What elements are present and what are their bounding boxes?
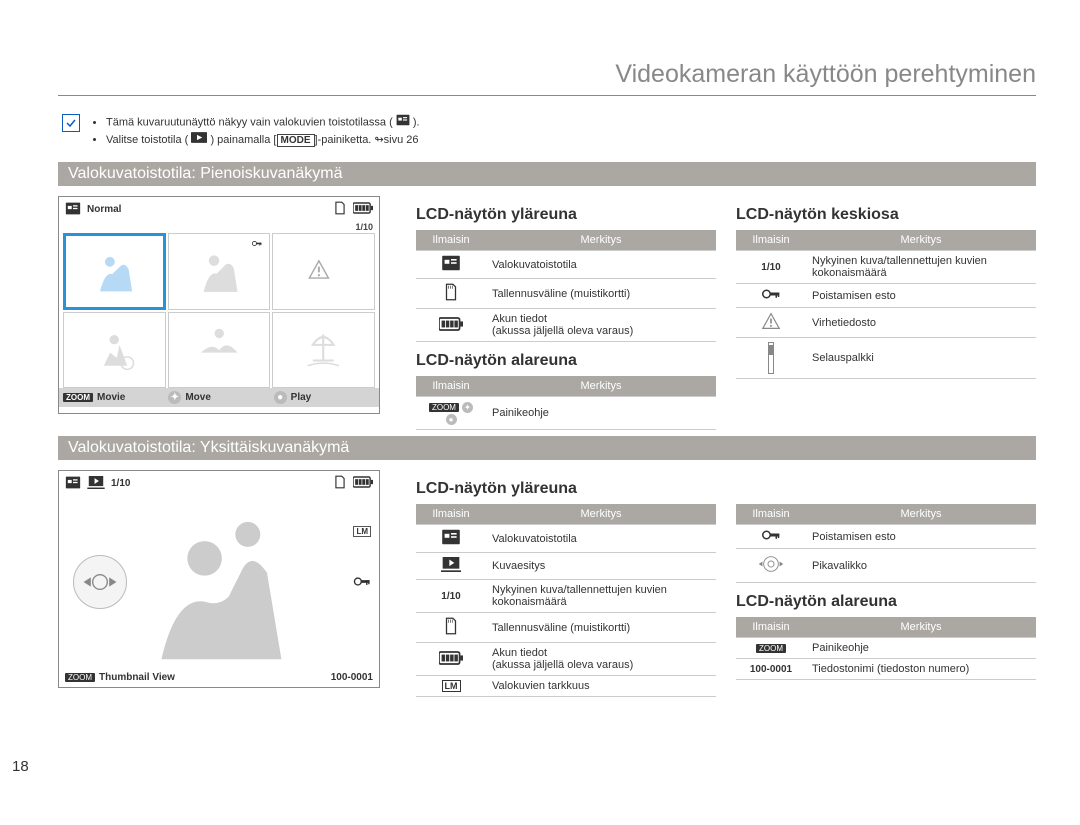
sub-heading: LCD-näytön keskiosa	[736, 206, 1036, 224]
sub-heading: LCD-näytön yläreuna	[416, 480, 716, 498]
info-box: Tämä kuvaruutunäyttö näkyy vain valokuvi…	[58, 114, 1036, 148]
section-heading-thumbnail: Valokuvatoistotila: Pienoiskuvanäkymä	[58, 162, 1036, 186]
slideshow-icon	[87, 476, 105, 492]
warning-icon	[761, 321, 781, 333]
move-icon: ✦	[462, 402, 473, 413]
thumbnail[interactable]	[63, 312, 166, 389]
lcd-bottom-bar: ZOOMMovie ✦Move ●Play	[59, 388, 379, 407]
quick-menu-icon	[756, 566, 786, 578]
scrollbar-icon	[768, 342, 774, 374]
indicator-table: IlmaisinMerkitys Valokuvatoistotila Kuva…	[416, 504, 716, 697]
photo-mode-icon	[441, 536, 461, 548]
divider	[58, 95, 1036, 96]
photo-mode-icon	[65, 202, 81, 218]
protect-key-icon	[761, 291, 781, 303]
move-icon: ✦	[168, 391, 181, 404]
photo-mode-icon	[65, 476, 81, 492]
image-count: 1/10	[59, 222, 379, 233]
page-number: 18	[12, 758, 29, 775]
quality-label: Normal	[87, 204, 121, 215]
indicator-table: IlmaisinMerkitys ZOOMPainikeohje 100-000…	[736, 617, 1036, 680]
lcd-thumbnail-screen: Normal 1/10	[58, 196, 380, 414]
sub-heading: LCD-näytön alareuna	[736, 593, 1036, 611]
indicator-table: IlmaisinMerkitys Valokuvatoistotila Tall…	[416, 230, 716, 342]
card-icon	[443, 292, 459, 304]
file-number: 100-0001	[331, 672, 373, 683]
thumbnail[interactable]	[168, 312, 271, 389]
thumbnail-view-label: Thumbnail View	[99, 672, 175, 683]
image-count: 1/10	[111, 478, 130, 489]
warning-icon	[307, 259, 341, 283]
page-ref-arrow-icon: ↬	[374, 132, 383, 149]
check-icon	[62, 114, 80, 132]
slideshow-icon	[441, 563, 461, 575]
info-line-2: Valitse toistotila ( ) painamalla [MODE]…	[106, 132, 420, 149]
card-icon	[333, 201, 347, 218]
indicator-table: IlmaisinMerkitys Poistamisen esto Pikava…	[736, 504, 1036, 583]
zoom-label: ZOOM	[63, 393, 93, 402]
battery-icon	[439, 322, 463, 334]
card-icon	[443, 626, 459, 638]
photo-mode-icon	[396, 114, 410, 132]
zoom-label: ZOOM	[756, 644, 786, 653]
card-icon	[333, 475, 347, 492]
section-heading-single: Valokuvatoistotila: Yksittäiskuvanäkymä	[58, 436, 1036, 460]
quick-menu-icon[interactable]	[73, 555, 127, 609]
info-line-1: Tämä kuvaruutunäyttö näkyy vain valokuvi…	[106, 114, 420, 132]
thumbnail[interactable]	[272, 312, 375, 389]
lcd-single-screen: 1/10	[58, 470, 380, 688]
photo-silhouette	[123, 505, 315, 660]
battery-icon	[439, 656, 463, 668]
resolution-icon: LM	[353, 526, 371, 537]
zoom-label: ZOOM	[65, 673, 95, 682]
ok-icon: ●	[446, 414, 457, 425]
protect-key-icon	[761, 532, 781, 544]
protect-key-icon	[252, 236, 266, 250]
resolution-icon: LM	[442, 680, 461, 692]
zoom-label: ZOOM	[429, 403, 459, 412]
mode-button-label: MODE	[277, 134, 315, 147]
protect-key-icon	[353, 576, 371, 590]
sub-heading: LCD-näytön yläreuna	[416, 206, 716, 224]
ok-icon: ●	[274, 391, 287, 404]
sub-heading: LCD-näytön alareuna	[416, 352, 716, 370]
battery-icon	[353, 202, 373, 217]
photo-mode-icon	[441, 262, 461, 274]
thumbnail[interactable]	[168, 233, 271, 310]
page-title: Videokameran käyttöön perehtyminen	[58, 60, 1036, 89]
thumbnail[interactable]	[272, 233, 375, 310]
indicator-table: IlmaisinMerkitys 1/10Nykyinen kuva/talle…	[736, 230, 1036, 379]
play-mode-icon	[191, 132, 207, 149]
battery-icon	[353, 476, 373, 491]
indicator-table: IlmaisinMerkitys ZOOM ✦ ●Painikeohje	[416, 376, 716, 430]
thumbnail[interactable]	[63, 233, 166, 310]
